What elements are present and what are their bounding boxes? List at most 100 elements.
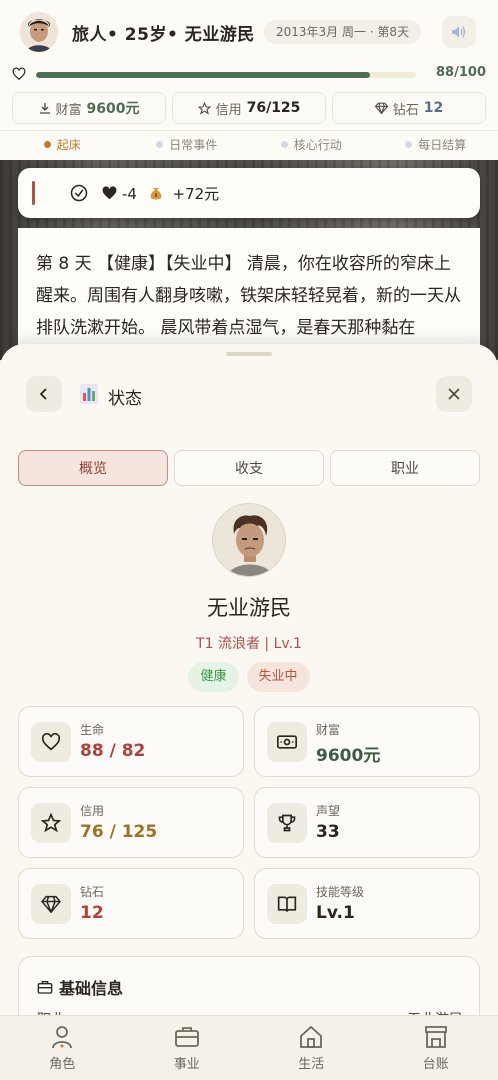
- check-circle-icon: [70, 184, 88, 202]
- card-value: 12: [80, 903, 104, 923]
- phase-tabs: 起床 日常事件 核心行动 每日结算: [0, 130, 498, 158]
- bottom-nav: 角色 事业 生活 台账: [0, 1015, 498, 1080]
- event-accent-bar: [32, 181, 35, 205]
- status-tabs: 概览 收支 职业: [18, 450, 480, 486]
- briefcase-icon: [174, 1027, 199, 1047]
- diamond-icon: [41, 895, 61, 913]
- sheet-title: 状态: [108, 389, 142, 409]
- stat-credit-label: 信用: [215, 102, 242, 118]
- phase-daily-event[interactable]: 日常事件: [125, 131, 250, 158]
- stat-cards-grid: 生命 88 / 82 财富 9600元 信用 76 / 125 声望 33 钻石…: [18, 706, 480, 939]
- event-summary-card[interactable]: -4 +72元: [18, 168, 480, 218]
- tab-overview[interactable]: 概览: [18, 450, 168, 486]
- heart-outline-icon: [12, 67, 26, 81]
- hp-text: 88/100: [436, 65, 486, 80]
- phase-label: 日常事件: [169, 138, 218, 152]
- stat-credit[interactable]: 信用 76/125: [172, 92, 326, 124]
- card-life[interactable]: 生命 88 / 82: [18, 706, 244, 777]
- star-icon: [197, 101, 211, 115]
- bar-chart-icon: [80, 384, 98, 404]
- nav-ledger[interactable]: 台账: [374, 1016, 498, 1080]
- card-skill-level[interactable]: 技能等级 Lv.1: [254, 868, 480, 939]
- phase-core-action[interactable]: 核心行动: [249, 131, 374, 158]
- close-icon: [448, 388, 460, 400]
- tab-career[interactable]: 职业: [330, 450, 480, 486]
- stat-wealth[interactable]: 财富 9600元: [12, 92, 166, 124]
- stat-diamond-value: 12: [423, 100, 444, 116]
- heart-icon: [41, 733, 61, 751]
- card-label: 钻石: [80, 885, 105, 899]
- nav-label: 台账: [422, 1057, 449, 1072]
- event-hp-change: -4: [122, 185, 137, 203]
- close-button[interactable]: [436, 376, 472, 412]
- card-icon-box: [267, 722, 307, 762]
- card-label: 生命: [80, 723, 105, 737]
- user-icon: [52, 1026, 73, 1049]
- nav-career[interactable]: 事业: [125, 1016, 250, 1080]
- card-icon-box: [31, 722, 71, 762]
- briefcase-icon: [37, 981, 53, 994]
- player-avatar[interactable]: [20, 12, 58, 52]
- card-value: 33: [316, 822, 340, 842]
- star-icon: [41, 813, 61, 833]
- sheet-drag-handle[interactable]: [226, 352, 272, 356]
- info-title-text: 基础信息: [59, 979, 124, 998]
- card-label: 财富: [316, 723, 341, 737]
- banknote-icon: [277, 735, 297, 749]
- stat-diamond[interactable]: 钻石 12: [332, 92, 486, 124]
- player-title: 旅人• 25岁• 无业游民: [72, 25, 255, 45]
- book-icon: [277, 896, 297, 912]
- home-icon: [300, 1025, 323, 1048]
- card-value: 88 / 82: [80, 741, 146, 761]
- stat-wealth-label: 财富: [55, 102, 82, 118]
- card-label: 信用: [80, 804, 105, 818]
- phase-daily-settlement[interactable]: 每日结算: [374, 131, 498, 158]
- card-icon-box: [267, 803, 307, 843]
- card-diamond[interactable]: 钻石 12: [18, 868, 244, 939]
- card-wealth[interactable]: 财富 9600元: [254, 706, 480, 777]
- tag-unemployed: 失业中: [246, 662, 310, 692]
- hp-row: 88/100: [0, 64, 498, 86]
- card-value: Lv.1: [316, 903, 355, 923]
- phase-dot: [405, 141, 413, 148]
- card-label: 声望: [316, 804, 341, 818]
- tag-healthy: 健康: [188, 662, 239, 692]
- stat-credit-value: 76/125: [246, 100, 301, 116]
- profile-name: 无业游民: [207, 596, 291, 620]
- back-button[interactable]: [26, 376, 62, 412]
- download-icon: [39, 103, 50, 114]
- speaker-icon: [452, 26, 466, 38]
- card-reputation[interactable]: 声望 33: [254, 787, 480, 858]
- status-sheet: 状态 概览 收支 职业 无业游民 T1 流浪者 | Lv.1 健康 失业中 生命…: [0, 344, 498, 1080]
- card-credit[interactable]: 信用 76 / 125: [18, 787, 244, 858]
- nav-label: 事业: [173, 1057, 200, 1072]
- event-money-change: +72元: [172, 185, 220, 203]
- phase-dot: [43, 141, 51, 148]
- phase-dot: [156, 141, 164, 148]
- hp-progress-bar: [36, 72, 416, 78]
- money-bag-icon: [148, 185, 164, 201]
- card-icon-box: [31, 884, 71, 924]
- date-pill: 2013年3月 周一 · 第8天: [264, 20, 422, 44]
- profile-subtitle: T1 流浪者 | Lv.1: [196, 636, 302, 652]
- phase-wake[interactable]: 起床: [0, 131, 125, 158]
- hp-progress-fill: [36, 72, 371, 78]
- top-header: 旅人• 25岁• 无业游民 2013年3月 周一 · 第8天 88/100 财富…: [0, 0, 498, 160]
- card-icon-box: [31, 803, 71, 843]
- story-text: 第 8 天 【健康】【失业中】 清晨，你在收容所的窄床上醒来。周围有人翻身咳嗽，…: [36, 254, 461, 338]
- phase-dot: [280, 141, 288, 148]
- trophy-icon: [278, 814, 296, 832]
- nav-life[interactable]: 生活: [249, 1016, 374, 1080]
- title-row: 旅人• 25岁• 无业游民 2013年3月 周一 · 第8天: [0, 8, 498, 56]
- tab-income-expense[interactable]: 收支: [174, 450, 324, 486]
- nav-label: 角色: [49, 1057, 76, 1072]
- stat-wealth-value: 9600元: [86, 101, 140, 117]
- heart-icon: [102, 186, 117, 200]
- card-icon-box: [267, 884, 307, 924]
- sound-button[interactable]: [442, 16, 476, 48]
- store-icon: [424, 1026, 447, 1048]
- phase-label: 起床: [56, 138, 81, 152]
- status-tags: 健康 失业中: [0, 662, 498, 692]
- profile-avatar[interactable]: [212, 503, 286, 577]
- nav-character[interactable]: 角色: [0, 1016, 125, 1080]
